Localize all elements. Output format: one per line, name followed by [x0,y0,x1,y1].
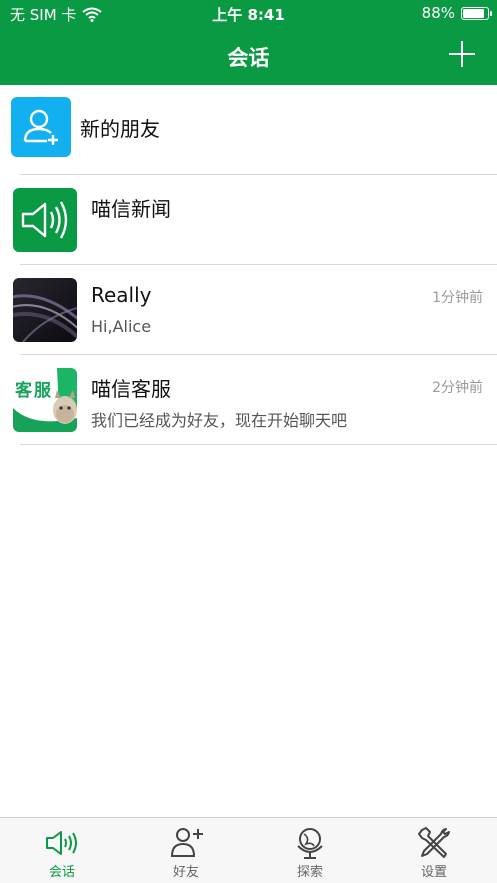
tab-settings[interactable]: 设置 [372,818,496,883]
tab-label: 设置 [420,865,447,880]
tab-label: 好友 [172,865,199,880]
conversation-row-really[interactable]: Really Hi,Alice 1分钟前 [0,265,497,355]
tools-icon [418,827,450,858]
tab-label: 探索 [296,865,323,880]
new-friends-icon [11,97,71,157]
add-friend-icon [170,828,203,857]
tab-conversations[interactable]: 会话 [0,818,124,883]
tab-bar: 会话 好友 探索 设置 [0,817,497,883]
battery-fill [463,8,485,18]
speaker-icon [46,831,77,855]
conversation-name: Really [91,283,152,307]
nav-bar: 会话 [0,28,497,85]
conversation-time: 1分钟前 [432,290,483,306]
support-avatar: 客服 [13,368,77,432]
conversation-name: 喵信客服 [91,377,171,401]
tab-label: 会话 [48,865,75,880]
new-friends-label: 新的朋友 [80,117,160,141]
new-friends-row[interactable]: 新的朋友 [0,85,497,175]
avatar [13,278,77,342]
support-avatar-text: 客服 [15,381,53,401]
news-avatar-icon [13,188,77,252]
tab-explore[interactable]: 探索 [248,818,372,883]
conversation-preview: Hi,Alice [91,317,152,336]
divider [20,444,497,445]
add-icon[interactable] [447,39,477,69]
status-bar: 无 SIM 卡 上午 8:41 88% [0,0,497,28]
battery-icon [461,6,492,20]
conversation-preview: 我们已经成为好友，现在开始聊天吧 [91,411,348,430]
conversation-name: 喵信新闻 [91,197,171,221]
battery-percent: 88% [421,4,455,22]
conversation-row-news[interactable]: 喵信新闻 [0,175,497,265]
page-title: 会话 [227,46,270,70]
tab-friends[interactable]: 好友 [124,818,248,883]
globe-icon [297,828,323,859]
conversation-row-support[interactable]: 客服 喵信客服 我们已经成为好友，现在开始聊天吧 2分钟前 [0,355,497,445]
conversation-time: 2分钟前 [432,380,483,396]
